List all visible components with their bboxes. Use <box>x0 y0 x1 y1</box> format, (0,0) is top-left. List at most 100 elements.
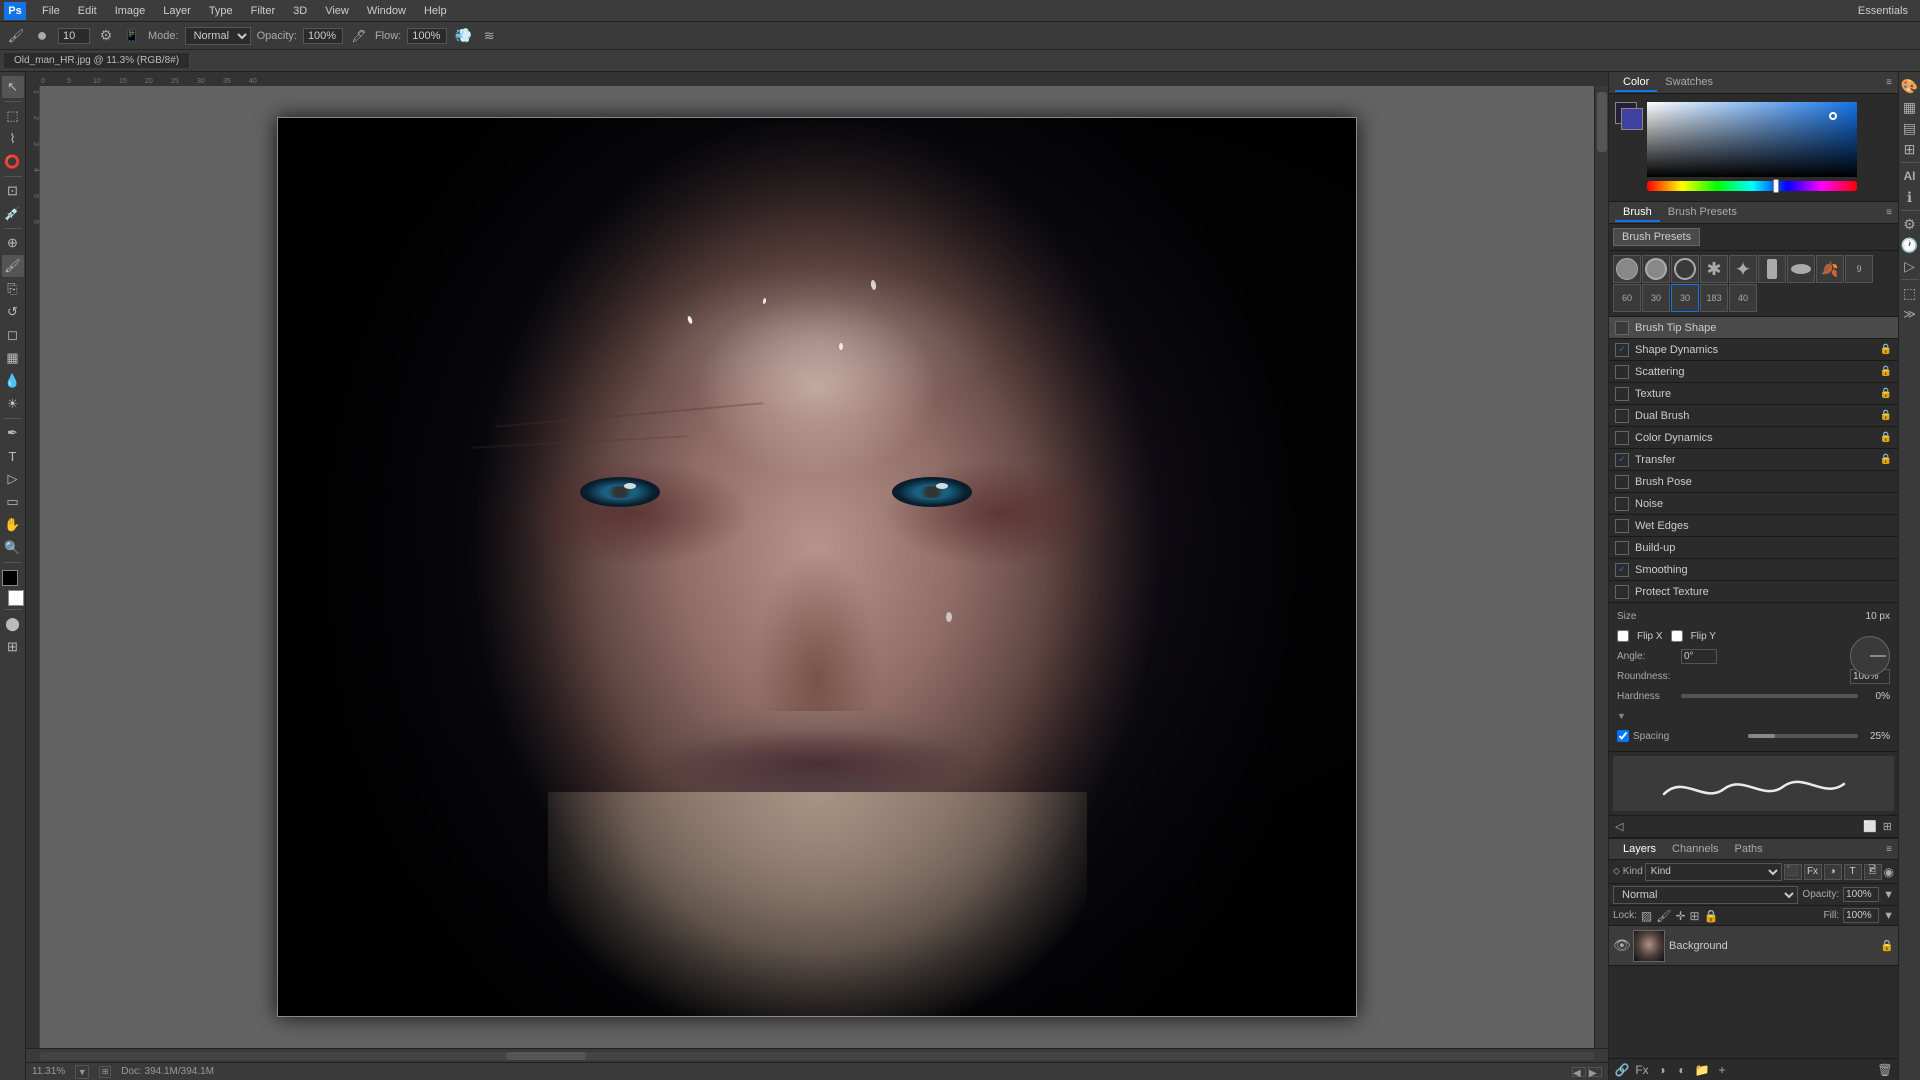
brush-settings-icon[interactable]: ⚙ <box>96 26 116 46</box>
menu-view[interactable]: View <box>317 3 357 19</box>
brush-tool[interactable]: 🖌 <box>2 255 24 277</box>
brush-bottom-icon-2[interactable]: ⬜ <box>1861 818 1879 835</box>
transfer-option[interactable]: ✓ Transfer 🔒 <box>1609 449 1898 471</box>
layer-filter-btn-5[interactable]: 🖻 <box>1864 864 1882 880</box>
brush-size-10[interactable]: 9 <box>1845 255 1873 283</box>
right-brush-settings-icon[interactable]: ⚙ <box>1900 214 1920 234</box>
right-patterns-icon[interactable]: ⊞ <box>1900 139 1920 159</box>
right-ai-icon[interactable]: AI <box>1900 166 1920 186</box>
layers-panel-expand[interactable]: ≡ <box>1886 844 1892 855</box>
blend-mode-select[interactable]: Normal Dissolve Multiply Screen Overlay <box>1613 886 1798 904</box>
playback-next[interactable]: ▶ <box>1588 1067 1602 1077</box>
brush-size-30[interactable]: 60 <box>1613 284 1641 312</box>
opacity-value-input[interactable] <box>1843 887 1879 902</box>
menu-window[interactable]: Window <box>359 3 414 19</box>
shape-tool[interactable]: ▭ <box>2 491 24 513</box>
brush-sample[interactable] <box>1671 255 1699 283</box>
wet-edges-option[interactable]: Wet Edges <box>1609 515 1898 537</box>
flip-y-checkbox[interactable] <box>1671 630 1683 642</box>
screen-mode-btn[interactable]: ⊞ <box>2 636 24 658</box>
horizontal-scrollbar[interactable] <box>26 1048 1608 1062</box>
angle-dial[interactable] <box>1850 636 1890 676</box>
stamp-tool[interactable]: ⎘ <box>2 278 24 300</box>
buildup-option[interactable]: Build-up <box>1609 537 1898 559</box>
quick-mask-tool[interactable]: ⬤ <box>2 613 24 635</box>
lock-all-btn[interactable]: 🔒 <box>1704 909 1719 923</box>
history-brush-tool[interactable]: ↺ <box>2 301 24 323</box>
scattering-option[interactable]: Scattering 🔒 <box>1609 361 1898 383</box>
layer-mask-btn[interactable]: ◑ <box>1653 1062 1671 1078</box>
opacity-input[interactable] <box>303 28 343 44</box>
brush-sample[interactable] <box>1642 255 1670 283</box>
menu-type[interactable]: Type <box>201 3 241 19</box>
menu-edit[interactable]: Edit <box>70 3 105 19</box>
kind-select[interactable]: Kind <box>1645 863 1782 881</box>
vscroll-thumb[interactable] <box>1597 92 1607 152</box>
right-swatches-icon[interactable]: ▦ <box>1900 97 1920 117</box>
dual-brush-option[interactable]: Dual Brush 🔒 <box>1609 405 1898 427</box>
shape-dynamics-option[interactable]: ✓ Shape Dynamics 🔒 <box>1609 339 1898 361</box>
right-color-icon[interactable]: 🎨 <box>1900 76 1920 96</box>
delete-layer-btn[interactable]: 🗑 <box>1876 1062 1894 1078</box>
brush-sample[interactable] <box>1787 255 1815 283</box>
layer-filter-btn-2[interactable]: Fx <box>1804 864 1822 880</box>
color-dynamics-option[interactable]: Color Dynamics 🔒 <box>1609 427 1898 449</box>
new-layer-btn[interactable]: + <box>1713 1062 1731 1078</box>
pen-tool[interactable]: ✒ <box>2 422 24 444</box>
brush-sample[interactable] <box>1613 255 1641 283</box>
zoom-fly-out[interactable]: ▼ <box>75 1065 89 1079</box>
zoom-tool[interactable]: 🔍 <box>2 537 24 559</box>
hue-slider[interactable] <box>1647 181 1857 191</box>
hand-tool[interactable]: ✋ <box>2 514 24 536</box>
path-select-tool[interactable]: ▷ <box>2 468 24 490</box>
brush-size-30-2[interactable]: 30 <box>1642 284 1670 312</box>
crop-tool[interactable]: ⊡ <box>2 180 24 202</box>
playback-prev[interactable]: ◀ <box>1572 1067 1586 1077</box>
canvas-area[interactable] <box>40 86 1594 1048</box>
brush-sample[interactable] <box>1758 255 1786 283</box>
menu-image[interactable]: Image <box>107 3 154 19</box>
layer-item-background[interactable]: 👁 Background 🔒 <box>1609 926 1898 966</box>
color-tab[interactable]: Color <box>1615 74 1657 92</box>
layer-link-btn[interactable]: 🔗 <box>1613 1062 1631 1078</box>
lasso-tool[interactable]: ⌇ <box>2 128 24 150</box>
workspace-label[interactable]: Essentials <box>1850 3 1916 19</box>
brush-tool-icon[interactable]: 🖌 <box>6 26 26 46</box>
mode-select[interactable]: Normal <box>185 27 251 45</box>
quick-select-tool[interactable]: ⭕ <box>2 151 24 173</box>
brush-sample[interactable]: ✦ <box>1729 255 1757 283</box>
spot-healing-tool[interactable]: ⊕ <box>2 232 24 254</box>
background-color[interactable] <box>8 590 24 606</box>
smoothing-icon[interactable]: ≋ <box>479 26 499 46</box>
spacing-checkbox[interactable] <box>1617 730 1629 742</box>
layer-visibility-eye[interactable]: 👁 <box>1613 937 1629 954</box>
fill-dropdown-btn[interactable]: ▼ <box>1883 910 1894 922</box>
blur-tool[interactable]: 💧 <box>2 370 24 392</box>
text-tool[interactable]: T <box>2 445 24 467</box>
menu-filter[interactable]: Filter <box>243 3 283 19</box>
marquee-tool[interactable]: ⬚ <box>2 105 24 127</box>
move-tool[interactable]: ↖ <box>2 76 24 98</box>
eraser-tool[interactable]: ◻ <box>2 324 24 346</box>
right-history-icon[interactable]: 🕐 <box>1900 235 1920 255</box>
menu-help[interactable]: Help <box>416 3 455 19</box>
angle-input[interactable] <box>1681 649 1717 664</box>
panel-expand-icon[interactable]: ≡ <box>1886 77 1892 88</box>
brush-bottom-icon-3[interactable]: ⊞ <box>1881 818 1894 835</box>
lock-paint-btn[interactable]: 🖌 <box>1656 909 1671 923</box>
brush-panel-expand[interactable]: ≡ <box>1886 207 1892 218</box>
paths-tab[interactable]: Paths <box>1727 841 1771 857</box>
document-tab[interactable]: Old_man_HR.jpg @ 11.3% (RGB/8#) <box>4 53 190 68</box>
flip-x-checkbox[interactable] <box>1617 630 1629 642</box>
fill-value-input[interactable] <box>1843 908 1879 923</box>
brush-size-20[interactable]: 30 <box>1671 284 1699 312</box>
protect-texture-option[interactable]: Protect Texture <box>1609 581 1898 603</box>
layers-tab[interactable]: Layers <box>1615 841 1664 857</box>
layer-effects-btn[interactable]: Fx <box>1633 1062 1651 1078</box>
opacity-dropdown-btn[interactable]: ▼ <box>1883 889 1894 901</box>
canvas-toggle[interactable]: ⊞ <box>99 1066 111 1078</box>
airbrush-icon[interactable]: 💨 <box>453 26 473 46</box>
lock-position-btn[interactable]: ✛ <box>1675 909 1685 923</box>
brush-presets-button[interactable]: Brush Presets <box>1613 228 1700 246</box>
brush-pose-option[interactable]: Brush Pose <box>1609 471 1898 493</box>
